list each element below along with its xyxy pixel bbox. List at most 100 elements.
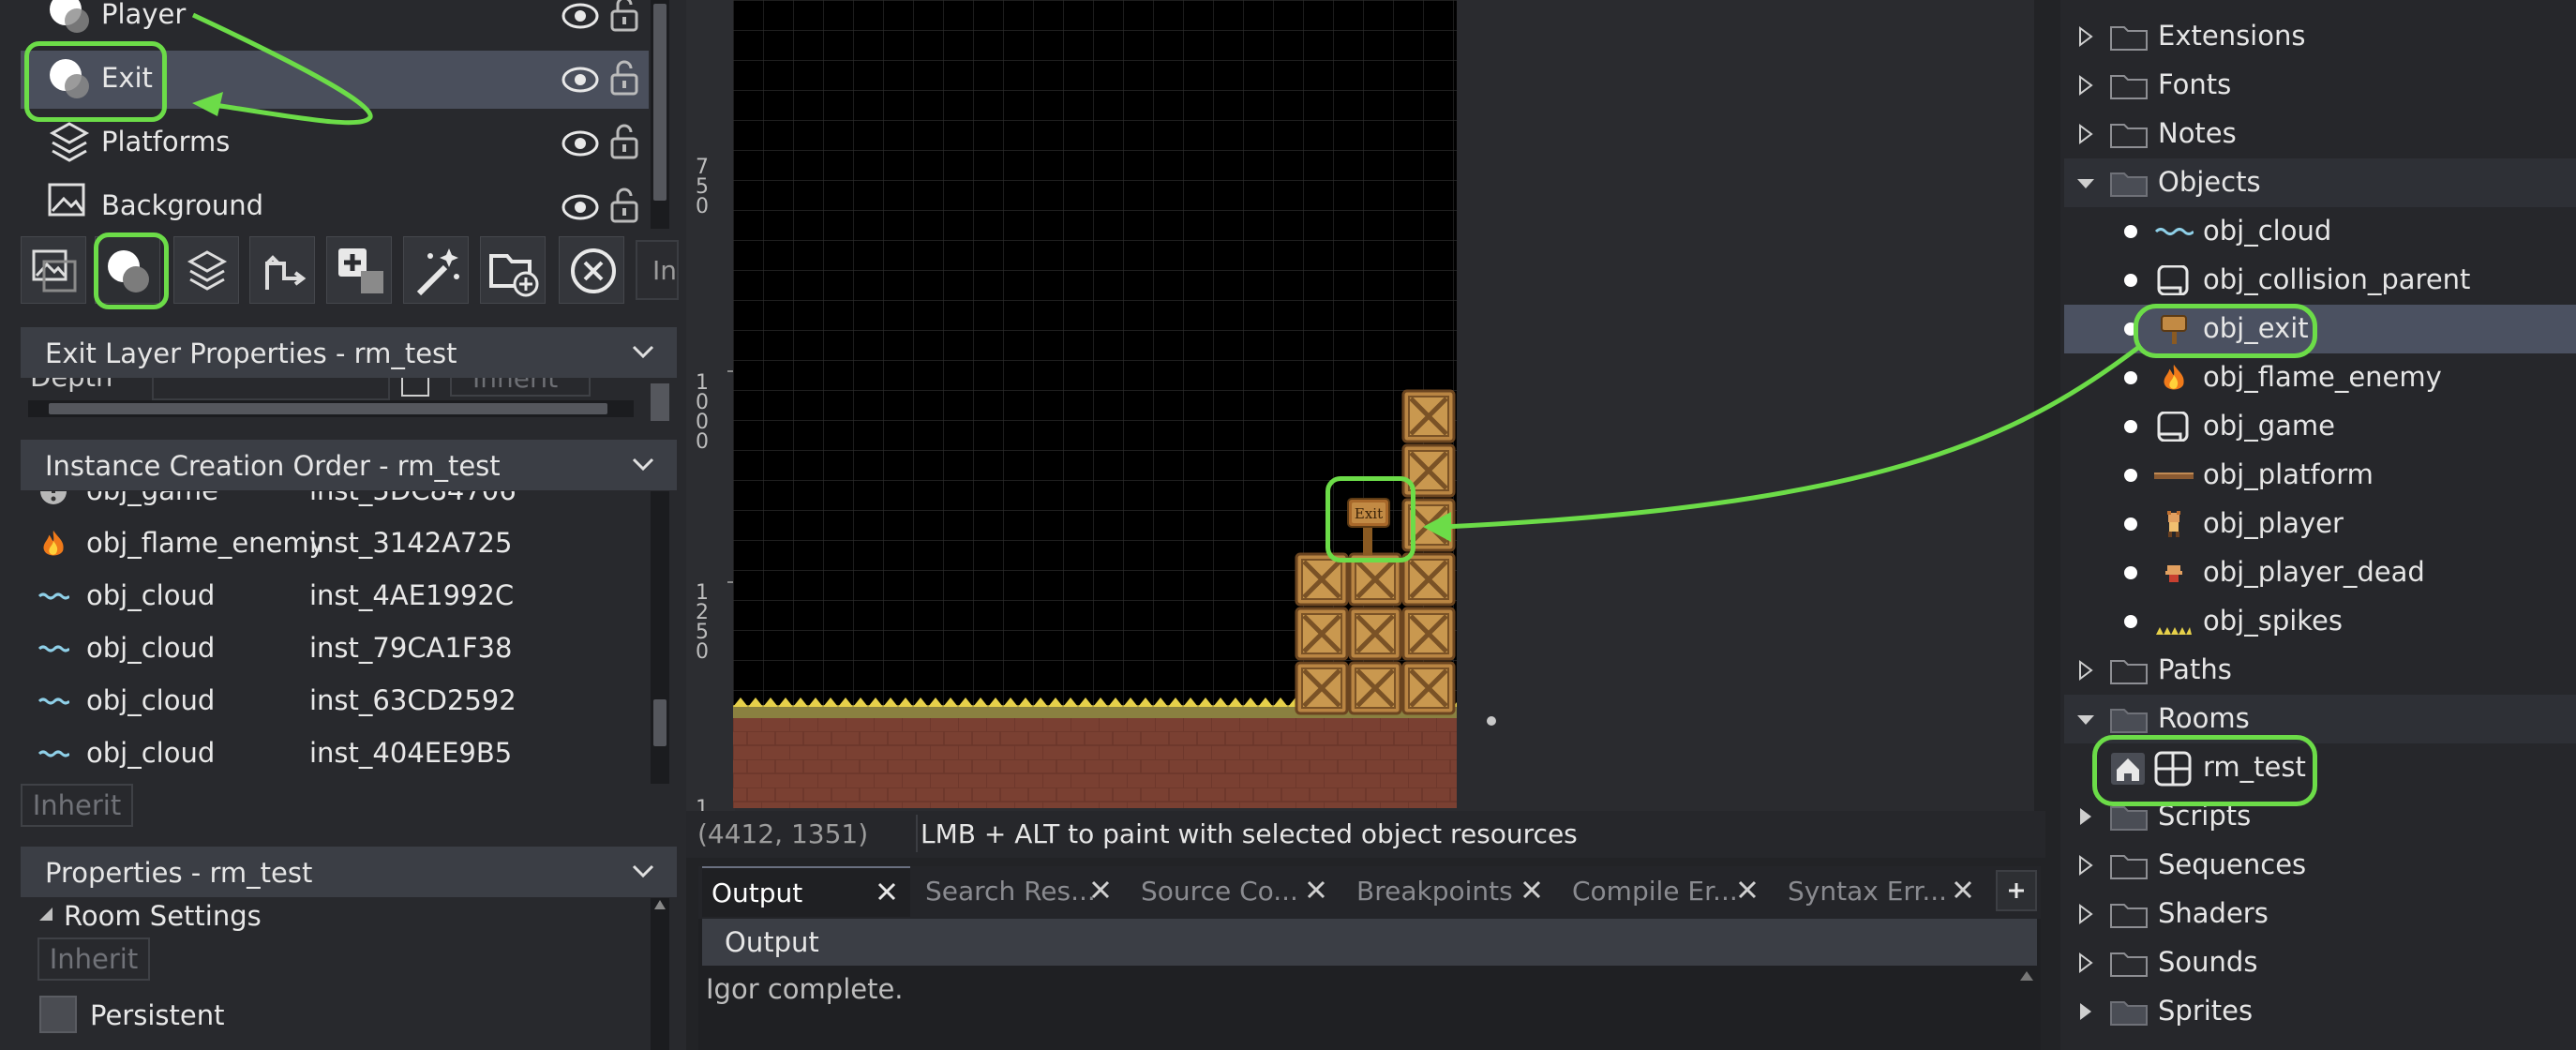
tree-item-obj-player[interactable]: obj_player: [2064, 500, 2576, 548]
eye-icon[interactable]: [562, 0, 599, 32]
list-item[interactable]: obj_cloud inst_4AE1992C: [21, 570, 658, 622]
expand-triangle-icon[interactable]: [2077, 74, 2094, 97]
override-checkbox[interactable]: [401, 378, 429, 397]
add-path-layer-button[interactable]: [249, 236, 315, 304]
close-icon[interactable]: [875, 879, 899, 904]
add-effect-layer-button[interactable]: [403, 236, 469, 304]
collapse-triangle-icon[interactable]: [37, 906, 54, 922]
unlock-icon[interactable]: [609, 60, 639, 96]
instance-order-header[interactable]: Instance Creation Order - rm_test: [21, 440, 677, 490]
unlock-icon[interactable]: [609, 188, 639, 223]
tree-item-obj-platform[interactable]: obj_platform: [2064, 451, 2576, 500]
magic-wand-icon: [416, 248, 459, 296]
scroll-up-arrow[interactable]: [2020, 971, 2033, 981]
expand-triangle-icon[interactable]: [2077, 952, 2094, 974]
collapse-triangle-icon[interactable]: [2077, 708, 2094, 730]
eye-icon[interactable]: [562, 191, 599, 223]
properties-header[interactable]: Properties - rm_test: [21, 847, 677, 897]
tree-label: Sequences: [2158, 848, 2307, 880]
expand-triangle-icon[interactable]: [2077, 123, 2094, 145]
properties-inherit-button[interactable]: Inherit: [37, 938, 150, 981]
tree-folder-paths[interactable]: Paths: [2064, 646, 2576, 695]
inherit-label: Inherit: [32, 789, 122, 821]
folder-icon: [2110, 660, 2148, 684]
scroll-thumb[interactable]: [49, 403, 607, 414]
add-folder-button[interactable]: [480, 236, 546, 304]
expand-triangle-icon[interactable]: [2077, 805, 2094, 828]
tree-item-obj-game[interactable]: obj_game: [2064, 402, 2576, 451]
eye-icon[interactable]: [562, 128, 599, 159]
tree-item-obj-collision-parent[interactable]: obj_collision_parent: [2064, 256, 2576, 305]
tree-folder-sequences[interactable]: Sequences: [2064, 841, 2576, 890]
list-item[interactable]: obj_flame_enemy inst_3142A725: [21, 518, 658, 570]
list-item[interactable]: obj_cloud inst_404EE9B5: [21, 728, 658, 780]
layer-row-background[interactable]: Background: [21, 178, 649, 236]
tree-folder-extensions[interactable]: Extensions: [2064, 12, 2576, 61]
expand-triangle-icon[interactable]: [2077, 903, 2094, 925]
depth-field[interactable]: [152, 378, 390, 400]
horizontal-scrollbar[interactable]: [28, 400, 634, 417]
close-icon[interactable]: [1088, 878, 1113, 902]
delete-layer-button[interactable]: [559, 236, 624, 304]
tree-folder-fonts[interactable]: Fonts: [2064, 61, 2576, 110]
add-background-layer-button[interactable]: [21, 236, 86, 304]
layer-inherit-button[interactable]: In: [636, 240, 679, 300]
room-view[interactable]: Exit: [733, 0, 1457, 808]
tree-item-obj-player-dead[interactable]: obj_player_dead: [2064, 548, 2576, 597]
tree-folder-sounds[interactable]: Sounds: [2064, 938, 2576, 987]
list-item[interactable]: obj_cloud inst_79CA1F38: [21, 622, 658, 675]
scroll-thumb[interactable]: [653, 699, 666, 746]
close-icon[interactable]: [1520, 878, 1544, 902]
inherit-label: In: [652, 255, 678, 286]
room-settings-label[interactable]: Room Settings: [64, 900, 262, 932]
tree-folder-notes[interactable]: Notes: [2064, 110, 2576, 158]
scroll-thumb[interactable]: [653, 4, 666, 201]
collapse-triangle-icon[interactable]: [2077, 172, 2094, 194]
layer-row-platforms[interactable]: Platforms: [21, 114, 649, 172]
tab-search-results[interactable]: Search Res...: [916, 866, 1124, 915]
inherit-button[interactable]: Inherit: [450, 378, 591, 397]
tree-folder-objects[interactable]: Objects: [2064, 158, 2576, 207]
instance-id: inst_404EE9B5: [309, 737, 513, 769]
unlock-icon[interactable]: [609, 0, 639, 32]
tree-item-obj-spikes[interactable]: obj_spikes: [2064, 597, 2576, 646]
add-asset-layer-button[interactable]: [326, 236, 392, 304]
tab-compile-errors[interactable]: Compile Er...: [1563, 866, 1771, 915]
close-icon[interactable]: [1951, 878, 1975, 902]
add-tile-layer-button[interactable]: [173, 236, 239, 304]
folder-open-icon: [2110, 709, 2148, 733]
tree-item-obj-cloud[interactable]: obj_cloud: [2064, 207, 2576, 256]
tab-syntax-errors[interactable]: Syntax Err...: [1778, 866, 1986, 915]
close-icon[interactable]: [1735, 878, 1760, 902]
add-tab-button[interactable]: [1996, 870, 2037, 911]
tree-item-obj-flame-enemy[interactable]: obj_flame_enemy: [2064, 353, 2576, 402]
list-item[interactable]: obj_cloud inst_63CD2592: [21, 675, 658, 728]
room-canvas[interactable]: Exit: [733, 0, 1457, 808]
unlock-icon[interactable]: [609, 124, 639, 159]
tab-breakpoints[interactable]: Breakpoints: [1347, 866, 1555, 915]
close-icon[interactable]: [1304, 878, 1328, 902]
properties-scrollbar[interactable]: [651, 898, 669, 1050]
expand-triangle-icon[interactable]: [2077, 854, 2094, 877]
tab-label: Breakpoints: [1356, 876, 1513, 907]
scroll-up-arrow[interactable]: [654, 900, 666, 909]
list-item[interactable]: obj_game inst_5DC84706: [21, 491, 658, 518]
layer-row-player[interactable]: Player: [21, 0, 649, 45]
expand-triangle-icon[interactable]: [2077, 25, 2094, 48]
tab-output[interactable]: Output: [702, 866, 910, 917]
expand-triangle-icon[interactable]: [2077, 1000, 2094, 1023]
tree-folder-shaders[interactable]: Shaders: [2064, 890, 2576, 938]
tree-folder-sprites[interactable]: Sprites: [2064, 987, 2576, 1036]
status-bar: (4412, 1351) LMB + ALT to paint with sel…: [686, 811, 2045, 858]
layer-properties-header[interactable]: Exit Layer Properties - rm_test: [21, 327, 677, 378]
instance-layer-icon: [50, 0, 89, 33]
instance-inherit-button[interactable]: Inherit: [21, 784, 133, 827]
layers-scrollbar[interactable]: [651, 0, 669, 229]
tree-label: Paths: [2158, 653, 2232, 685]
tab-source-control[interactable]: Source Co...: [1131, 866, 1340, 915]
instance-order-scrollbar[interactable]: [651, 491, 669, 784]
eye-icon[interactable]: [562, 64, 599, 96]
vertical-scroll-thumb[interactable]: [651, 383, 669, 421]
expand-triangle-icon[interactable]: [2077, 659, 2094, 682]
persistent-checkbox[interactable]: [39, 996, 77, 1033]
